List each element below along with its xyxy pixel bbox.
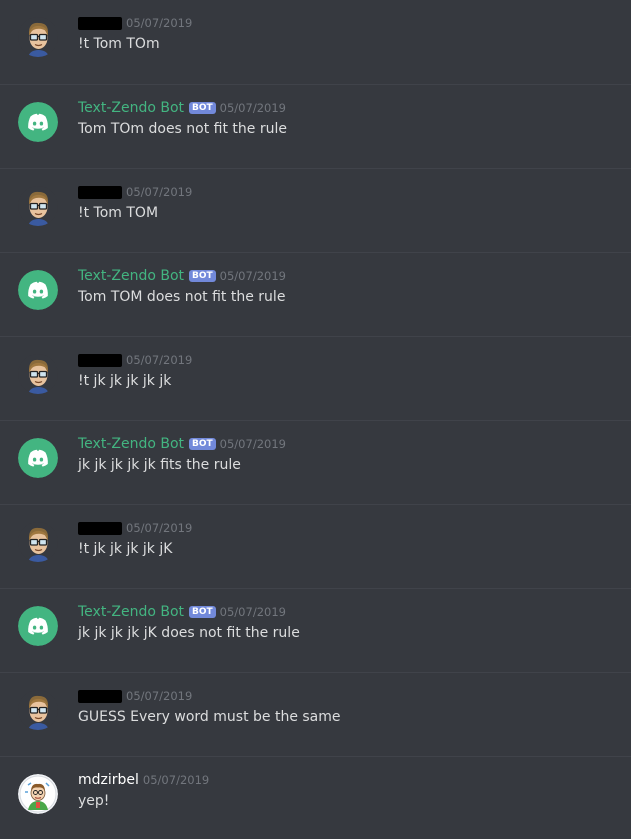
username[interactable]: mdzirbel <box>78 772 139 788</box>
bot-badge: BOT <box>189 438 216 450</box>
message-header: Text-Zendo Bot BOT 05/07/2019 <box>78 267 286 285</box>
message-content: yep! <box>78 793 110 809</box>
timestamp: 05/07/2019 <box>219 101 286 115</box>
message-content: GUESS Every word must be the same <box>78 709 341 725</box>
message-header: 05/07/2019 <box>78 14 192 32</box>
timestamp: 05/07/2019 <box>219 437 286 451</box>
message-header: mdzirbel 05/07/2019 <box>78 771 209 789</box>
chat-message: Text-Zendo Bot BOT 05/07/2019 jk jk jk jk j… <box>0 420 631 504</box>
message-header: 05/07/2019 <box>78 351 192 369</box>
discord-logo-avatar[interactable] <box>18 606 58 646</box>
redacted-username[interactable] <box>78 16 122 30</box>
message-content: !t Tom TOM <box>78 205 159 221</box>
chat-message: 05/07/2019 !t Tom TOm <box>0 0 631 84</box>
message-header: Text-Zendo Bot BOT 05/07/2019 <box>78 435 286 453</box>
bot-badge: BOT <box>189 606 216 618</box>
message-content: !t jk jk jk jk jK <box>78 541 173 557</box>
timestamp: 05/07/2019 <box>219 605 286 619</box>
message-header: 05/07/2019 <box>78 519 192 537</box>
chat-message: Text-Zendo Bot BOT 05/07/2019 jk jk jk jk j… <box>0 588 631 672</box>
chat-message-list: 05/07/2019 !t Tom TOm Text-Zendo Bot BOT 05… <box>0 0 631 839</box>
glasses-avatar[interactable] <box>18 522 58 562</box>
discord-logo-avatar[interactable] <box>18 102 58 142</box>
timestamp: 05/07/2019 <box>126 521 193 535</box>
message-header: Text-Zendo Bot BOT 05/07/2019 <box>78 603 286 621</box>
message-content: Tom TOm does not fit the rule <box>78 121 287 137</box>
chat-message: Text-Zendo Bot BOT 05/07/2019 Tom TOM does … <box>0 252 631 336</box>
username[interactable]: Text-Zendo Bot <box>78 604 184 620</box>
username[interactable]: Text-Zendo Bot <box>78 100 184 116</box>
chat-message: Text-Zendo Bot BOT 05/07/2019 Tom TOm does … <box>0 84 631 168</box>
message-header: Text-Zendo Bot BOT 05/07/2019 <box>78 99 286 117</box>
chat-message: 05/07/2019 GUESS Every word must be the s… <box>0 672 631 756</box>
bot-badge: BOT <box>189 102 216 114</box>
timestamp: 05/07/2019 <box>126 689 193 703</box>
message-header: 05/07/2019 <box>78 183 192 201</box>
timestamp: 05/07/2019 <box>219 269 286 283</box>
message-content: jk jk jk jk jk fits the rule <box>78 457 241 473</box>
timestamp: 05/07/2019 <box>126 353 193 367</box>
redacted-username[interactable] <box>78 521 122 535</box>
discord-logo-avatar[interactable] <box>18 270 58 310</box>
cartoon-avatar[interactable] <box>18 774 58 814</box>
username[interactable]: Text-Zendo Bot <box>78 268 184 284</box>
chat-message: mdzirbel 05/07/2019 yep! <box>0 756 631 839</box>
message-content: Tom TOM does not fit the rule <box>78 289 286 305</box>
timestamp: 05/07/2019 <box>126 185 193 199</box>
message-content: !t Tom TOm <box>78 36 160 52</box>
redacted-username[interactable] <box>78 185 122 199</box>
redacted-username[interactable] <box>78 353 122 367</box>
glasses-avatar[interactable] <box>18 690 58 730</box>
chat-message: 05/07/2019 !t jk jk jk jk jk <box>0 336 631 420</box>
username[interactable]: Text-Zendo Bot <box>78 436 184 452</box>
discord-logo-avatar[interactable] <box>18 438 58 478</box>
bot-badge: BOT <box>189 270 216 282</box>
message-header: 05/07/2019 <box>78 687 192 705</box>
glasses-avatar[interactable] <box>18 186 58 226</box>
message-content: !t jk jk jk jk jk <box>78 373 172 389</box>
redacted-username[interactable] <box>78 689 122 703</box>
glasses-avatar[interactable] <box>18 17 58 57</box>
message-content: jk jk jk jk jK does not fit the rule <box>78 625 300 641</box>
timestamp: 05/07/2019 <box>126 16 193 30</box>
glasses-avatar[interactable] <box>18 354 58 394</box>
timestamp: 05/07/2019 <box>142 773 210 787</box>
chat-message: 05/07/2019 !t jk jk jk jk jK <box>0 504 631 588</box>
chat-message: 05/07/2019 !t Tom TOM <box>0 168 631 252</box>
